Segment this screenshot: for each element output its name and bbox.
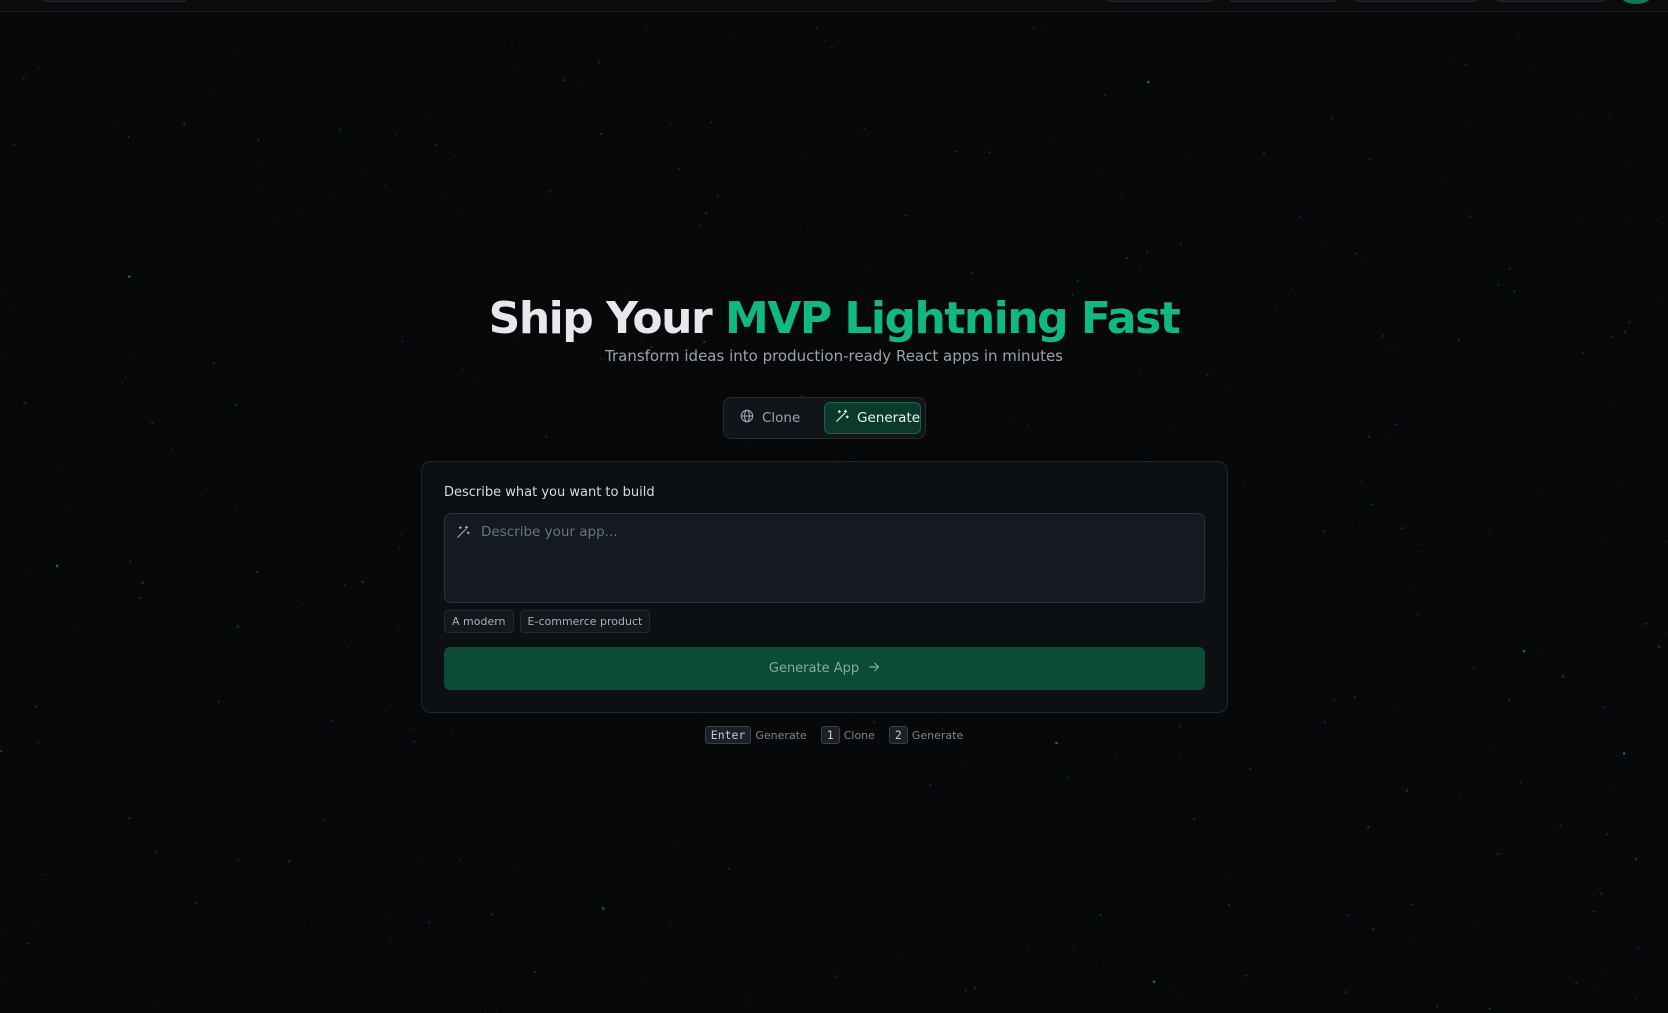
suggestion-chip[interactable]: E-commerce product [519, 610, 651, 633]
generate-app-button[interactable]: Generate App [444, 647, 1205, 690]
generate-app-label: Generate App [768, 661, 860, 676]
generate-mode-button[interactable]: Generate [824, 402, 921, 434]
shortcut-item: Enter Generate [704, 726, 807, 744]
nav-search-field[interactable] [40, 0, 188, 2]
hero-title-prefix: Ship Your [488, 293, 725, 344]
form-label: Describe what you want to build [444, 485, 655, 500]
arrow-right-icon [868, 661, 880, 677]
suggestion-chip[interactable]: A modern [444, 610, 514, 633]
keyboard-shortcuts-hint: Enter Generate 1 Clone 2 Generate [0, 726, 1668, 744]
description-input-wrapper [444, 513, 1205, 603]
shortcut-item: 2 Generate [888, 726, 964, 744]
generate-mode-label: Generate [857, 410, 921, 426]
magic-wand-icon [456, 524, 470, 543]
nav-button[interactable] [1105, 0, 1215, 2]
magic-wand-icon [835, 409, 849, 427]
clone-mode-label: Clone [762, 410, 801, 426]
app-description-input[interactable] [481, 524, 1196, 594]
globe-icon [740, 409, 754, 427]
shortcut-item: 1 Clone [820, 726, 875, 744]
top-navigation-bar [0, 0, 1668, 12]
hero-title-highlight: MVP Lightning Fast [724, 293, 1181, 344]
hero-subtitle: Transform ideas into production-ready Re… [605, 347, 1063, 365]
shortcut-key: Enter [704, 726, 752, 744]
nav-button[interactable] [1352, 0, 1480, 2]
shortcut-action: Generate [911, 728, 964, 742]
user-avatar[interactable] [1620, 0, 1652, 4]
clone-mode-button[interactable]: Clone [730, 402, 820, 434]
nav-button[interactable] [1228, 0, 1338, 2]
generate-form-card: Describe what you want to build A modern… [421, 461, 1228, 713]
shortcut-key: 1 [820, 726, 840, 744]
mode-toggle: Clone Generate [723, 397, 926, 439]
suggestion-chips: A modern E-commerce product [444, 610, 651, 633]
shortcut-action: Clone [843, 728, 875, 742]
nav-button[interactable] [1495, 0, 1607, 2]
shortcut-action: Generate [755, 728, 807, 742]
shortcut-key: 2 [888, 726, 908, 744]
hero-title: Ship Your MVP Lightning Fast [0, 290, 1668, 348]
